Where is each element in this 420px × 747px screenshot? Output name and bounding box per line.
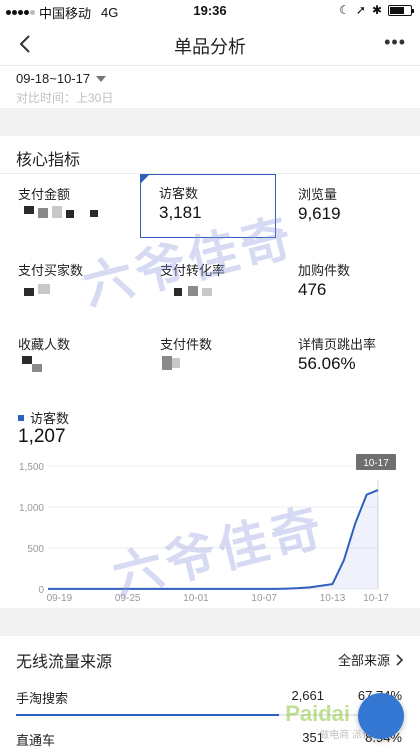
legend-swatch [18, 414, 24, 421]
tooltip-label: 10-17 [363, 458, 389, 469]
x-tick-label: 09-25 [115, 593, 141, 604]
metric-label: 浏览量 [298, 187, 338, 202]
mosaic-block [90, 210, 98, 217]
location-icon: ➚ [355, 3, 366, 17]
date-range-label: 09-18~10-17 [16, 71, 91, 86]
mosaic-block [66, 210, 74, 218]
date-range[interactable]: 09-18~10-17 [16, 71, 107, 86]
compare-period: 对比时间：上30日 [16, 91, 114, 105]
battery-fill [390, 6, 404, 14]
x-tick-label: 10-07 [251, 593, 277, 604]
status-bar: 中国移动 4G 19:36 ☾ ➚ ✱ [0, 0, 420, 22]
metric-paying-buyers[interactable]: 支付买家数 [18, 260, 154, 324]
y-tick-label: 1,500 [19, 462, 44, 473]
metric-value: 56.06% [298, 354, 356, 373]
core-metrics-card: 核心指标 支付金额 访客数 3,181 浏览量 9,619 支付买家数 支付转化… [0, 136, 420, 608]
moon-icon: ☾ [339, 3, 350, 17]
mosaic-block [172, 358, 180, 368]
metric-label: 收藏人数 [18, 337, 71, 352]
traffic-sources-title: 无线流量来源 [16, 654, 113, 671]
y-tick-label: 1,000 [19, 503, 44, 514]
metric-value: 476 [298, 280, 327, 299]
source-name: 直通车 [16, 733, 56, 747]
mosaic-block [162, 356, 172, 370]
caret-down-icon [96, 75, 107, 82]
all-sources-label: 全部来源 [337, 653, 390, 668]
series-total: 1,207 [18, 426, 66, 447]
mosaic-block [22, 356, 32, 364]
y-tick-label: 0 [38, 585, 44, 596]
date-selector[interactable]: 09-18~10-17 对比时间：上30日 [0, 66, 420, 108]
floating-action-button[interactable] [358, 693, 404, 739]
metric-paid-items[interactable]: 支付件数 [160, 334, 296, 398]
metric-label: 支付金额 [18, 187, 71, 202]
x-tick-label: 10-17 [363, 593, 389, 604]
mosaic-block [24, 288, 34, 296]
chevron-right-icon [396, 653, 404, 666]
series-line [48, 489, 379, 590]
x-tick-label: 10-13 [320, 593, 346, 604]
bluetooth-icon: ✱ [371, 3, 382, 17]
mosaic-block [52, 206, 62, 218]
battery-icon [388, 4, 414, 16]
metric-page-views[interactable]: 浏览量 9,619 [298, 184, 420, 248]
more-icon[interactable]: ••• [384, 32, 406, 53]
mosaic-block [24, 206, 34, 214]
metric-payment-amount[interactable]: 支付金额 [18, 184, 154, 248]
chart-legend: 访客数 [18, 408, 69, 427]
traffic-sources-card: 无线流量来源 全部来源 手淘搜索 2,661 67.74% 直通车 351 8.… [0, 636, 420, 747]
mosaic-block [38, 208, 48, 218]
metric-value: 9,619 [298, 204, 341, 223]
x-tick-label: 10-01 [183, 593, 209, 604]
nav-bar: 单品分析 ••• [0, 22, 420, 66]
series-area [48, 490, 378, 589]
x-tick-label: 09-19 [47, 593, 73, 604]
metric-label: 支付转化率 [160, 263, 226, 278]
legend-label: 访客数 [30, 411, 70, 426]
metric-favorites[interactable]: 收藏人数 [18, 334, 154, 398]
metric-add-to-cart[interactable]: 加购件数 476 [298, 260, 420, 324]
metric-label: 支付件数 [160, 337, 213, 352]
core-metrics-title: 核心指标 [16, 152, 81, 169]
mosaic-block [188, 286, 198, 296]
metric-label: 加购件数 [298, 263, 351, 278]
metric-visitors[interactable]: 访客数 3,181 [140, 174, 276, 238]
brand-watermark: Paidai [285, 701, 350, 726]
source-name: 手淘搜索 [16, 691, 69, 706]
page-title: 单品分析 [174, 37, 246, 57]
status-right: ☾ ➚ ✱ [339, 3, 414, 17]
y-tick-label: 500 [27, 544, 44, 555]
metric-label: 详情页跳出率 [298, 337, 377, 352]
mosaic-block [38, 284, 50, 294]
visitors-trend-chart[interactable]: 0 500 1,000 1,500 09-19 09-25 10-01 10-07 10-13 1… [0, 454, 420, 604]
metric-label: 访客数 [159, 186, 199, 201]
mosaic-block [32, 364, 42, 372]
metric-bounce-rate[interactable]: 详情页跳出率 56.06% [298, 334, 420, 398]
mosaic-block [174, 288, 182, 296]
metric-label: 支付买家数 [18, 263, 84, 278]
mosaic-block [202, 288, 212, 296]
all-sources-link[interactable]: 全部来源 [338, 650, 404, 669]
metric-conversion-rate[interactable]: 支付转化率 [160, 260, 296, 324]
source-bar-fill [16, 714, 279, 716]
metric-value: 3,181 [159, 203, 202, 222]
